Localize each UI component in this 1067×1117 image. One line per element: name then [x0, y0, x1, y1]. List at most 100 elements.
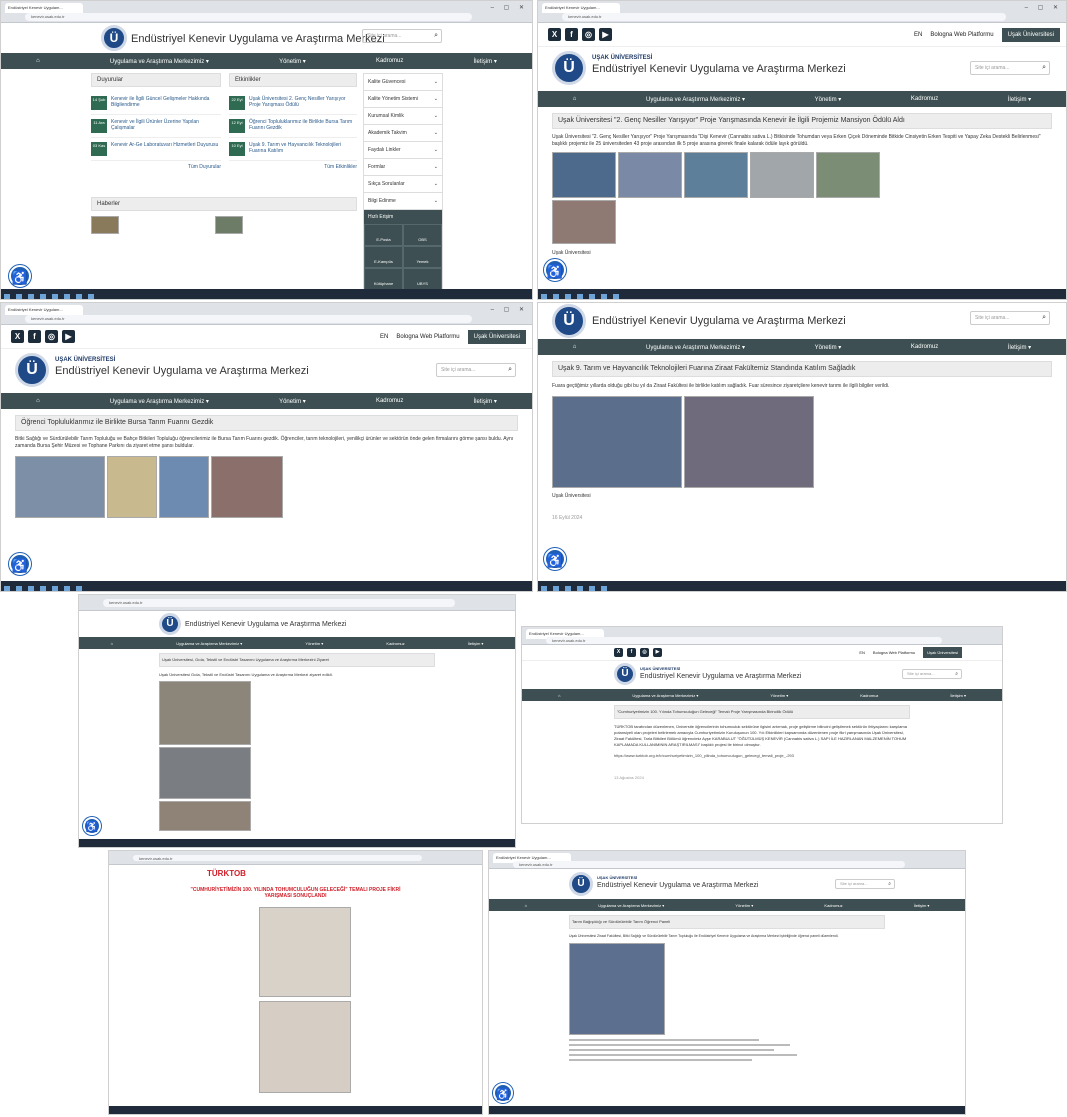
nav-item-center[interactable]: Uygulama ve Araştırma Merkezimiz ▾	[646, 96, 745, 103]
home-icon[interactable]: ⌂	[36, 398, 40, 404]
nav-item-management[interactable]: Yönetim ▾	[815, 96, 842, 103]
article-photo[interactable]	[159, 681, 251, 745]
lang-en-link[interactable]: EN	[859, 650, 865, 655]
nav-item-contact[interactable]: İletişim ▾	[468, 641, 484, 646]
quick-link[interactable]: Kütüphane	[364, 268, 403, 290]
quick-link[interactable]: Yemek	[403, 246, 442, 268]
list-item[interactable]: Kenevir Ar-Ge Laboratuvarı Hizmetleri Du…	[111, 142, 218, 156]
search-icon[interactable]: ⌕	[434, 30, 438, 42]
bologna-link[interactable]: Bologna Web Platformu	[873, 650, 915, 655]
window-controls-icon[interactable]: – ▢ ✕	[491, 306, 528, 313]
university-logo[interactable]: Ü	[552, 51, 586, 85]
nav-item-contact[interactable]: İletişim ▾	[474, 398, 497, 405]
quick-link[interactable]: UBYS	[403, 268, 442, 290]
side-menu-item[interactable]: Bilgi Edinme	[368, 198, 396, 204]
home-icon[interactable]: ⌂	[36, 58, 40, 64]
side-menu-item[interactable]: Kalite Güvencesi	[368, 79, 406, 85]
turktob-logo[interactable]: TÜRKTOB	[207, 869, 246, 878]
search-input[interactable]: Site içi arama... ⌕	[970, 61, 1050, 75]
address-bar[interactable]: kenevir.usak.edu.tr	[133, 855, 422, 861]
search-input[interactable]: Site içi arama... ⌕	[362, 29, 442, 43]
nav-item-contact[interactable]: İletişim ▾	[950, 693, 966, 698]
nav-item-management[interactable]: Yönetim ▾	[279, 58, 306, 65]
article-photo[interactable]	[159, 456, 209, 518]
article-photo[interactable]	[159, 801, 251, 831]
article-photo[interactable]	[552, 396, 682, 488]
address-bar[interactable]: kenevir.usak.edu.tr	[562, 13, 1006, 21]
university-link[interactable]: Uşak Üniversitesi	[923, 647, 962, 658]
nav-item-staff[interactable]: Kadromuz	[376, 398, 403, 404]
search-icon[interactable]: ⌕	[1042, 62, 1046, 74]
search-input[interactable]: Site içi arama... ⌕	[970, 311, 1050, 325]
university-link[interactable]: Uşak Üniversitesi	[1001, 28, 1060, 42]
accessibility-icon[interactable]: ♿	[9, 553, 31, 575]
home-icon[interactable]: ⌂	[573, 344, 577, 350]
nav-item-center[interactable]: Uygulama ve Araştırma Merkezimiz ▾	[598, 903, 664, 908]
lang-en-link[interactable]: EN	[914, 32, 922, 38]
browser-tab[interactable]: Endüstriyel Kenevir Uygulam...	[5, 305, 83, 315]
accessibility-icon[interactable]: ♿	[544, 548, 566, 570]
nav-item-center[interactable]: Uygulama ve Araştırma Merkezimiz ▾	[646, 344, 745, 351]
side-menu-item[interactable]: Formlar	[368, 164, 385, 170]
university-logo[interactable]: Ü	[101, 25, 127, 51]
browser-tab[interactable]: Endüstriyel Kenevir Uygulam...	[542, 3, 620, 13]
nav-item-center[interactable]: Uygulama ve Araştırma Merkezimiz ▾	[632, 693, 698, 698]
search-input[interactable]: Site içi arama... ⌕	[902, 669, 962, 679]
accessibility-icon[interactable]: ♿	[9, 265, 31, 287]
list-item[interactable]: Uşak Üniversitesi 2. Genç Nesiller Yarış…	[249, 96, 357, 110]
side-menu-item[interactable]: Akademik Takvim	[368, 130, 407, 136]
facebook-icon[interactable]: f	[627, 648, 636, 657]
article-photo[interactable]	[618, 152, 682, 198]
side-menu-item[interactable]: Kurumsal Kimlik	[368, 113, 404, 119]
search-icon[interactable]: ⌕	[508, 364, 512, 376]
bologna-link[interactable]: Bologna Web Platformu	[930, 32, 993, 38]
nav-item-management[interactable]: Yönetim ▾	[770, 693, 788, 698]
list-item[interactable]: Öğrenci Topluluklarımız ile Birlikte Bur…	[249, 119, 357, 133]
article-photo[interactable]	[750, 152, 814, 198]
address-bar[interactable]: kenevir.usak.edu.tr	[546, 637, 942, 644]
nav-item-center[interactable]: Uygulama ve Araştırma Merkezimiz ▾	[176, 641, 242, 646]
news-photo[interactable]	[215, 216, 243, 234]
address-bar[interactable]: kenevir.usak.edu.tr	[25, 13, 472, 21]
nav-item-staff[interactable]: Kadromuz	[911, 96, 938, 102]
side-menu-item[interactable]: Kalite Yönetim Sistemi	[368, 96, 418, 102]
home-icon[interactable]: ⌂	[558, 693, 560, 698]
nav-item-staff[interactable]: Kadromuz	[911, 344, 938, 350]
browser-tab[interactable]: Endüstriyel Kenevir Uygulam...	[5, 3, 83, 13]
search-icon[interactable]: ⌕	[955, 670, 958, 678]
nav-item-contact[interactable]: İletişim ▾	[474, 58, 497, 65]
nav-item-staff[interactable]: Kadromuz	[376, 58, 403, 64]
side-menu-item[interactable]: Sıkça Sorulanlar	[368, 181, 405, 187]
search-icon[interactable]: ⌕	[1042, 312, 1046, 324]
address-bar[interactable]: kenevir.usak.edu.tr	[25, 315, 472, 323]
article-photo[interactable]	[816, 152, 880, 198]
article-photo[interactable]	[684, 152, 748, 198]
side-menu-item[interactable]: Faydalı Linkler	[368, 147, 401, 153]
accessibility-icon[interactable]: ♿	[493, 1083, 513, 1103]
nav-item-staff[interactable]: Kadromuz	[824, 903, 842, 908]
nav-item-management[interactable]: Yönetim ▾	[279, 398, 306, 405]
nav-item-contact[interactable]: İletişim ▾	[1008, 96, 1031, 103]
all-announcements-link[interactable]: Tüm Duyurular	[91, 164, 221, 170]
university-logo[interactable]: Ü	[614, 663, 636, 685]
quick-link[interactable]: E-Posta	[364, 224, 403, 246]
article-photo[interactable]	[159, 747, 251, 799]
university-link[interactable]: Uşak Üniversitesi	[467, 330, 526, 344]
article-photo[interactable]	[15, 456, 105, 518]
x-icon[interactable]: X	[548, 28, 561, 41]
home-icon[interactable]: ⌂	[573, 96, 577, 102]
x-icon[interactable]: X	[11, 330, 24, 343]
article-photo[interactable]	[552, 200, 616, 244]
all-events-link[interactable]: Tüm Etkinlikler	[229, 164, 357, 170]
youtube-icon[interactable]: ▶	[62, 330, 75, 343]
nav-item-management[interactable]: Yönetim ▾	[305, 641, 323, 646]
award-photo[interactable]	[259, 907, 351, 997]
bologna-link[interactable]: Bologna Web Platformu	[396, 334, 459, 340]
nav-item-management[interactable]: Yönetim ▾	[735, 903, 753, 908]
window-controls-icon[interactable]: – ▢ ✕	[1025, 4, 1062, 11]
youtube-icon[interactable]: ▶	[653, 648, 662, 657]
nav-item-center[interactable]: Uygulama ve Araştırma Merkezimiz ▾	[110, 58, 209, 65]
home-icon[interactable]: ⌂	[525, 903, 527, 908]
quick-link[interactable]: OBS	[403, 224, 442, 246]
university-logo[interactable]: Ü	[569, 872, 593, 896]
